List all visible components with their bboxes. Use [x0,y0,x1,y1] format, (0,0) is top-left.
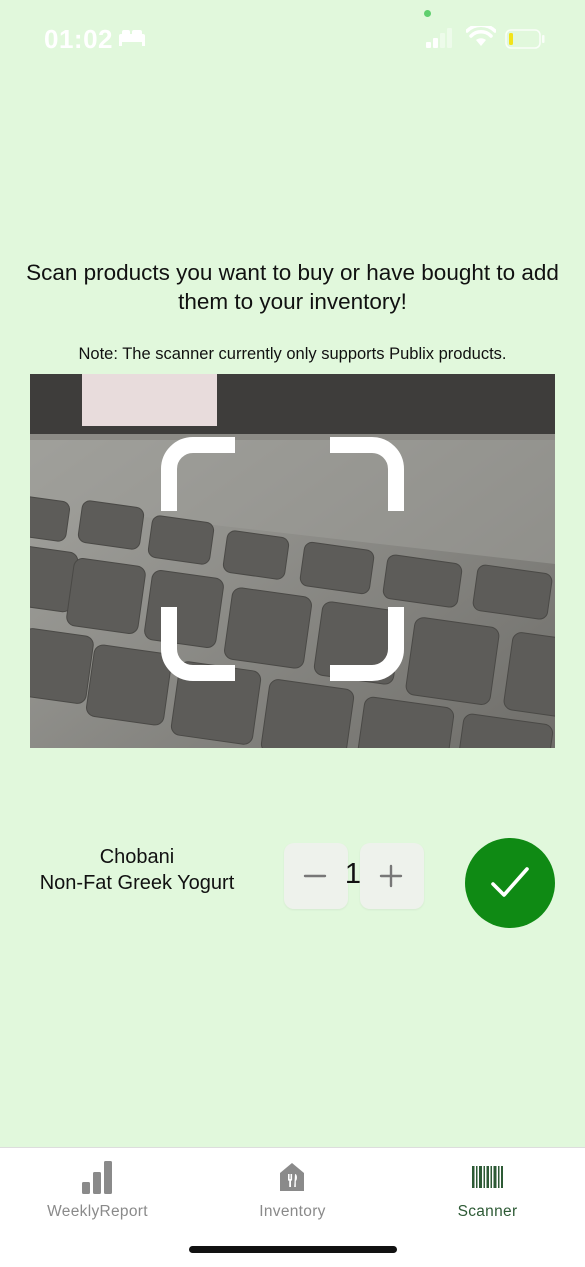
tab-label-inventory: Inventory [259,1203,326,1220]
house-fork-knife-icon [280,1163,304,1191]
bar-chart-icon [82,1161,112,1194]
plus-icon [379,864,403,888]
camera-preview[interactable] [30,374,555,748]
increase-quantity-button[interactable] [360,843,424,909]
home-indicator[interactable] [189,1246,397,1253]
barcode-icon [472,1166,503,1188]
tab-label-scanner: Scanner [457,1203,518,1220]
signal-icon [426,28,452,48]
product-description: Non-Fat Greek Yogurt [39,872,235,894]
confirm-add-button[interactable] [465,838,555,928]
status-time: 01:02 [44,24,113,54]
scan-frame-overlay [161,437,404,681]
scanner-note: Note: The scanner currently only support… [78,345,507,363]
scanner-headline: Scan products you want to buy or have bo… [26,260,559,314]
checkmark-icon [491,867,529,897]
product-name: Chobani Non-Fat Greek Yogurt [22,844,252,896]
tab-weeklyreport[interactable]: WeeklyReport [0,1148,195,1238]
battery-icon [505,29,545,49]
tab-label-weeklyreport: WeeklyReport [47,1203,148,1220]
wifi-icon [466,26,496,46]
privacy-indicator-dot [424,10,431,17]
tab-scanner[interactable]: Scanner [390,1148,585,1238]
status-bar: 01:02 [0,0,585,80]
product-brand: Chobani [99,846,175,868]
bed-icon [119,30,145,46]
tab-inventory[interactable]: Inventory [195,1148,390,1238]
